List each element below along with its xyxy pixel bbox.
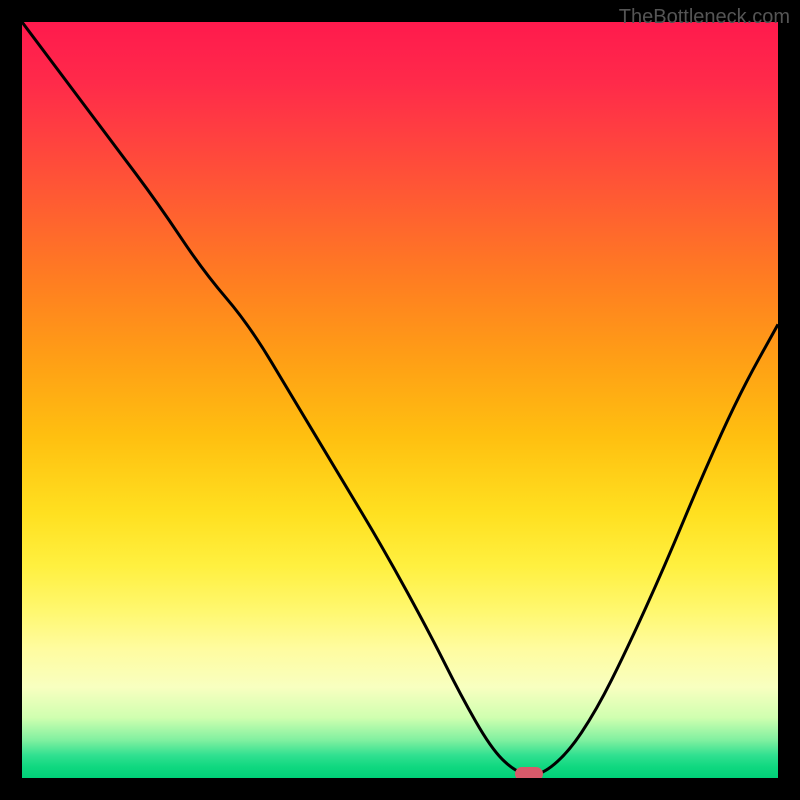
bottleneck-curve <box>22 22 778 775</box>
plot-area <box>22 22 778 778</box>
optimal-marker <box>515 767 543 778</box>
watermark-text: TheBottleneck.com <box>619 6 790 29</box>
curve-layer <box>22 22 778 778</box>
